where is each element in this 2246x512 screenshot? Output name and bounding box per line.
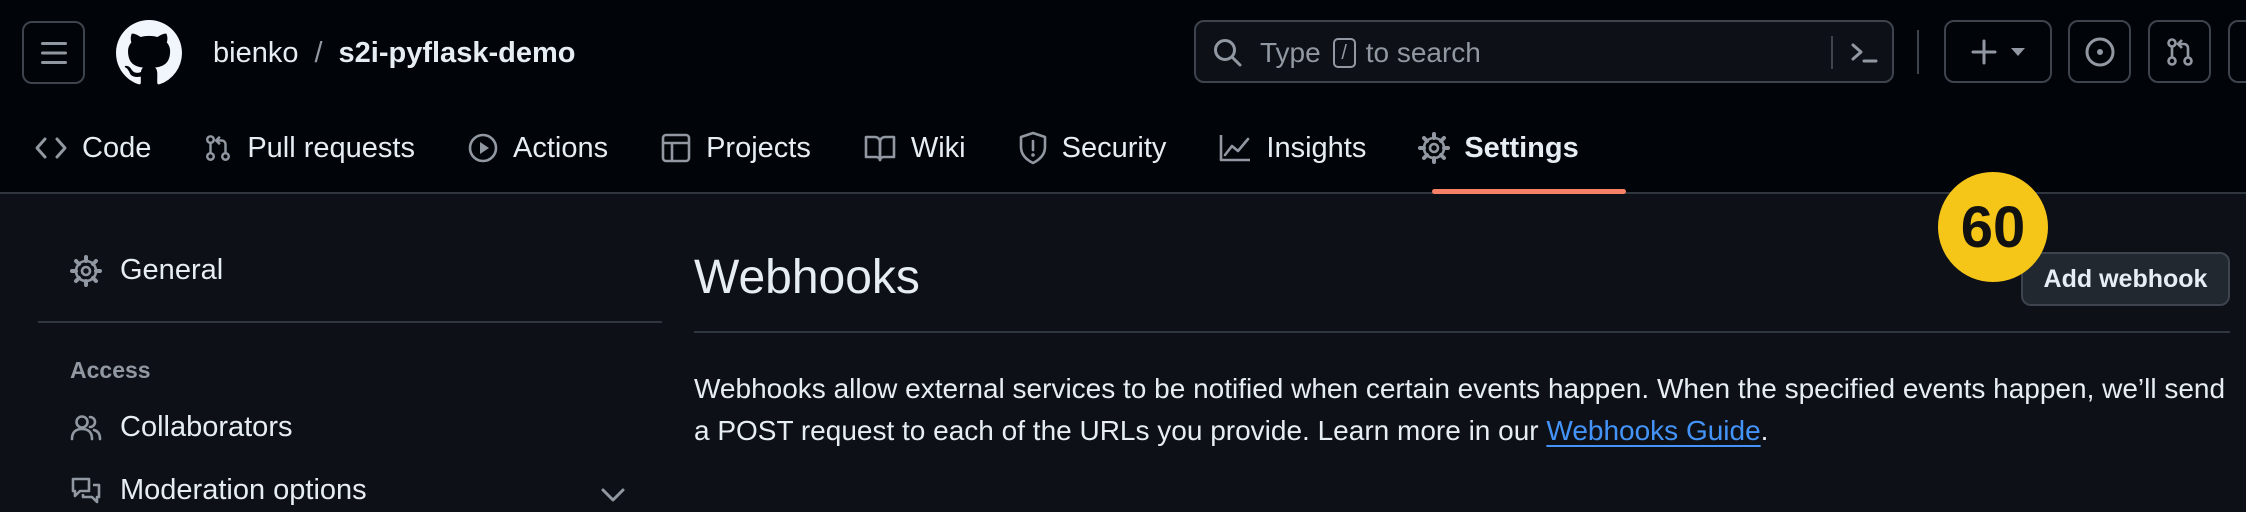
book-icon: [864, 135, 896, 162]
table-icon: [661, 133, 691, 163]
tab-pull-requests-label: Pull requests: [247, 131, 415, 164]
gear-icon: [70, 254, 102, 287]
webhooks-guide-link[interactable]: Webhooks Guide: [1546, 415, 1760, 446]
title-divider: [694, 331, 2230, 333]
tab-actions-label: Actions: [512, 131, 609, 164]
tab-security-label: Security: [1061, 131, 1167, 164]
command-palette-icon[interactable]: [1848, 37, 1880, 69]
tab-security[interactable]: Security: [1018, 118, 1167, 178]
description-text: Webhooks allow external services to be n…: [694, 373, 2226, 446]
sidebar-item-moderation-label: Moderation options: [120, 474, 367, 506]
inbox-button[interactable]: [2228, 20, 2246, 83]
active-tab-indicator: [1432, 189, 1626, 194]
sidebar-heading-access: Access: [70, 357, 151, 383]
webhooks-description: Webhooks allow external services to be n…: [694, 368, 2234, 452]
triangle-down-icon: [2011, 47, 2025, 56]
play-icon: [468, 133, 498, 163]
header-divider: [1917, 30, 1919, 74]
sidebar-item-general[interactable]: General: [70, 254, 223, 287]
issues-button[interactable]: [2068, 20, 2131, 83]
tab-insights[interactable]: Insights: [1218, 118, 1366, 178]
tab-settings[interactable]: Settings: [1418, 118, 1579, 178]
breadcrumb-separator: /: [314, 36, 323, 69]
slash-key-hint: /: [1332, 38, 1356, 68]
tab-wiki[interactable]: Wiki: [863, 118, 966, 178]
people-icon: [70, 414, 102, 440]
tab-projects-label: Projects: [706, 131, 811, 164]
graph-icon: [1220, 135, 1251, 162]
sidebar-item-collaborators-label: Collaborators: [120, 411, 293, 443]
search-divider: [1831, 36, 1833, 69]
search-placeholder-prefix: Type: [1260, 37, 1321, 68]
repo-nav: Code Pull requests Actions Projects Wiki…: [34, 118, 1631, 178]
tab-code-label: Code: [82, 131, 152, 164]
tab-projects[interactable]: Projects: [660, 118, 811, 178]
comment-discussion-icon: [71, 477, 101, 503]
sidebar-item-general-label: General: [120, 254, 224, 286]
hamburger-icon: [40, 41, 67, 64]
sidebar-item-collaborators[interactable]: Collaborators: [70, 411, 292, 444]
page-title: Webhooks: [694, 251, 920, 304]
add-webhook-button[interactable]: Add webhook: [2021, 252, 2230, 306]
gear-icon: [1418, 132, 1451, 164]
shield-icon: [1019, 131, 1046, 165]
tab-insights-label: Insights: [1266, 131, 1367, 164]
search-input[interactable]: Type / to search: [1194, 20, 1894, 83]
git-pull-request-icon: [2166, 37, 2193, 66]
tab-settings-label: Settings: [1464, 131, 1579, 164]
repo-name-link[interactable]: s2i-pyflask-demo: [339, 37, 576, 70]
description-end: .: [1760, 415, 1769, 446]
sidebar-item-moderation[interactable]: Moderation options: [70, 474, 367, 507]
tab-actions[interactable]: Actions: [467, 118, 608, 178]
repo-owner-link[interactable]: bienko: [213, 37, 298, 70]
git-pull-request-icon: [206, 135, 231, 161]
chevron-down-icon[interactable]: [600, 487, 626, 503]
search-icon: [1214, 39, 1242, 67]
issue-opened-icon: [2085, 37, 2114, 66]
plus-icon: [1971, 39, 1997, 64]
sidebar-divider: [38, 321, 662, 323]
github-logo-icon[interactable]: [116, 20, 182, 86]
tab-pull-requests[interactable]: Pull requests: [203, 118, 415, 178]
create-new-button[interactable]: [1944, 20, 2052, 83]
tab-wiki-label: Wiki: [910, 131, 966, 164]
tab-code[interactable]: Code: [34, 118, 151, 178]
code-icon: [35, 137, 67, 159]
search-placeholder: Type / to search: [1260, 37, 1481, 69]
repo-breadcrumb: bienko / s2i-pyflask-demo: [213, 33, 575, 73]
pull-requests-button[interactable]: [2148, 20, 2211, 83]
hamburger-menu-button[interactable]: [22, 21, 85, 84]
step-badge: 60: [1938, 172, 2048, 282]
search-placeholder-suffix: to search: [1365, 37, 1481, 68]
